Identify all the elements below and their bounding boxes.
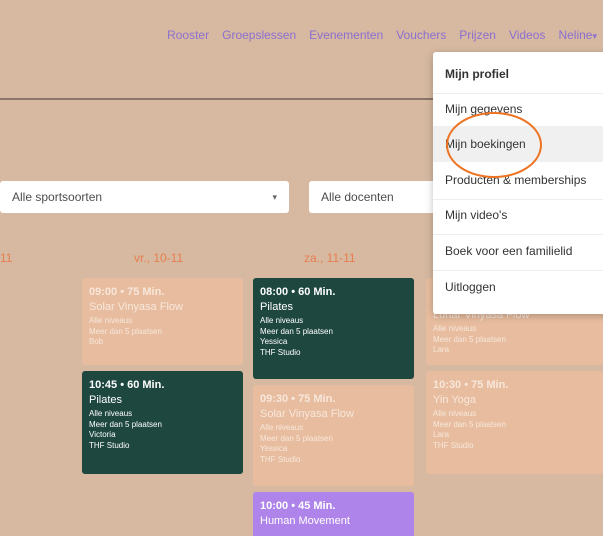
class-time: 10:45 • 60 Min. xyxy=(89,379,165,391)
class-level: Alle niveaus xyxy=(433,409,477,418)
menu-item-mijn-boekingen[interactable]: Mijn boekingen xyxy=(433,126,603,162)
class-teacher: Lara xyxy=(433,430,450,439)
class-level: Alle niveaus xyxy=(89,316,133,325)
class-title: Yin Yoga xyxy=(433,394,477,406)
menu-item-producten-memberships[interactable]: Producten & memberships xyxy=(433,162,603,198)
class-card[interactable]: 10:45 • 60 Min. Pilates Alle niveaus Mee… xyxy=(82,371,243,474)
class-availability: Meer dan 5 plaatsen xyxy=(260,326,333,336)
class-availability: Meer dan 5 plaatsen xyxy=(433,334,506,344)
sport-filter-value: Alle sportsoorten xyxy=(12,190,103,204)
class-title: Solar Vinyasa Flow xyxy=(260,408,354,420)
class-time: 09:00 • 75 Min. xyxy=(89,286,165,298)
menu-item-mijn-videos[interactable]: Mijn video's xyxy=(433,197,603,233)
sport-filter-select[interactable]: Alle sportsoorten ▾ xyxy=(0,181,289,213)
nav-evenementen[interactable]: Evenementen xyxy=(309,26,383,44)
class-teacher: Victoria xyxy=(89,430,116,439)
chevron-down-icon: ▾ xyxy=(592,31,597,41)
class-teacher: Lara xyxy=(433,345,450,354)
class-availability: Meer dan 5 plaatsen xyxy=(260,433,333,443)
day-header-saturday: za., 11-11 xyxy=(304,251,356,265)
teacher-filter-value: Alle docenten xyxy=(321,190,394,204)
nav-videos[interactable]: Videos xyxy=(509,26,545,44)
user-name: Neline xyxy=(558,28,593,42)
day-header: 11 xyxy=(0,251,13,265)
class-level: Alle niveaus xyxy=(260,316,304,325)
teacher-filter-select[interactable]: Alle docenten xyxy=(309,181,449,213)
class-card[interactable]: 09:30 • 75 Min. Solar Vinyasa Flow Alle … xyxy=(253,385,414,486)
day-header-friday: vr., 10-11 xyxy=(134,251,184,265)
menu-item-mijn-gegevens[interactable]: Mijn gegevens xyxy=(433,91,603,127)
class-availability: Meer dan 5 plaatsen xyxy=(433,419,506,429)
class-teacher: Bob xyxy=(89,337,104,346)
class-title: Pilates xyxy=(89,394,123,406)
menu-item-mijn-profiel[interactable]: Mijn profiel xyxy=(433,56,603,92)
class-level: Alle niveaus xyxy=(89,409,133,418)
nav-groepslessen[interactable]: Groepslessen xyxy=(222,26,296,44)
class-teacher: Yessica xyxy=(260,444,288,453)
class-card[interactable]: 09:00 • 75 Min. Solar Vinyasa Flow Alle … xyxy=(82,278,243,365)
class-title: Pilates xyxy=(260,301,294,313)
class-location: THF Studio xyxy=(89,440,130,450)
class-location: THF Studio xyxy=(260,347,301,357)
class-time: 10:00 • 45 Min. xyxy=(260,500,336,512)
class-availability: Meer dan 5 plaatsen xyxy=(89,326,162,336)
chevron-down-icon: ▾ xyxy=(272,191,277,202)
class-time: 09:30 • 75 Min. xyxy=(260,393,336,405)
class-card[interactable]: 10:00 • 45 Min. Human Movement xyxy=(253,492,414,536)
class-card[interactable]: 08:00 • 60 Min. Pilates Alle niveaus Mee… xyxy=(253,278,414,379)
user-dropdown-menu: Mijn profiel Mijn gegevens Mijn boekinge… xyxy=(433,52,603,314)
top-nav: Rooster Groepslessen Evenementen Voucher… xyxy=(167,26,603,44)
class-location: THF Studio xyxy=(433,440,474,450)
menu-item-uitloggen[interactable]: Uitloggen xyxy=(433,269,603,305)
menu-item-boek-familielid[interactable]: Boek voor een familielid xyxy=(433,233,603,269)
nav-prijzen[interactable]: Prijzen xyxy=(459,26,496,44)
class-location: THF Studio xyxy=(260,454,301,464)
class-level: Alle niveaus xyxy=(433,324,477,333)
nav-rooster[interactable]: Rooster xyxy=(167,26,209,44)
class-card[interactable]: 10:30 • 75 Min. Yin Yoga Alle niveaus Me… xyxy=(426,371,603,474)
class-time: 08:00 • 60 Min. xyxy=(260,286,336,298)
class-title: Solar Vinyasa Flow xyxy=(89,301,183,313)
class-time: 10:30 • 75 Min. xyxy=(433,379,509,391)
nav-vouchers[interactable]: Vouchers xyxy=(396,26,446,44)
class-availability: Meer dan 5 plaatsen xyxy=(89,419,162,429)
nav-user-menu[interactable]: Neline▾ xyxy=(558,26,597,44)
class-title: Human Movement xyxy=(260,515,350,527)
class-level: Alle niveaus xyxy=(260,423,304,432)
class-teacher: Yessica xyxy=(260,337,288,346)
